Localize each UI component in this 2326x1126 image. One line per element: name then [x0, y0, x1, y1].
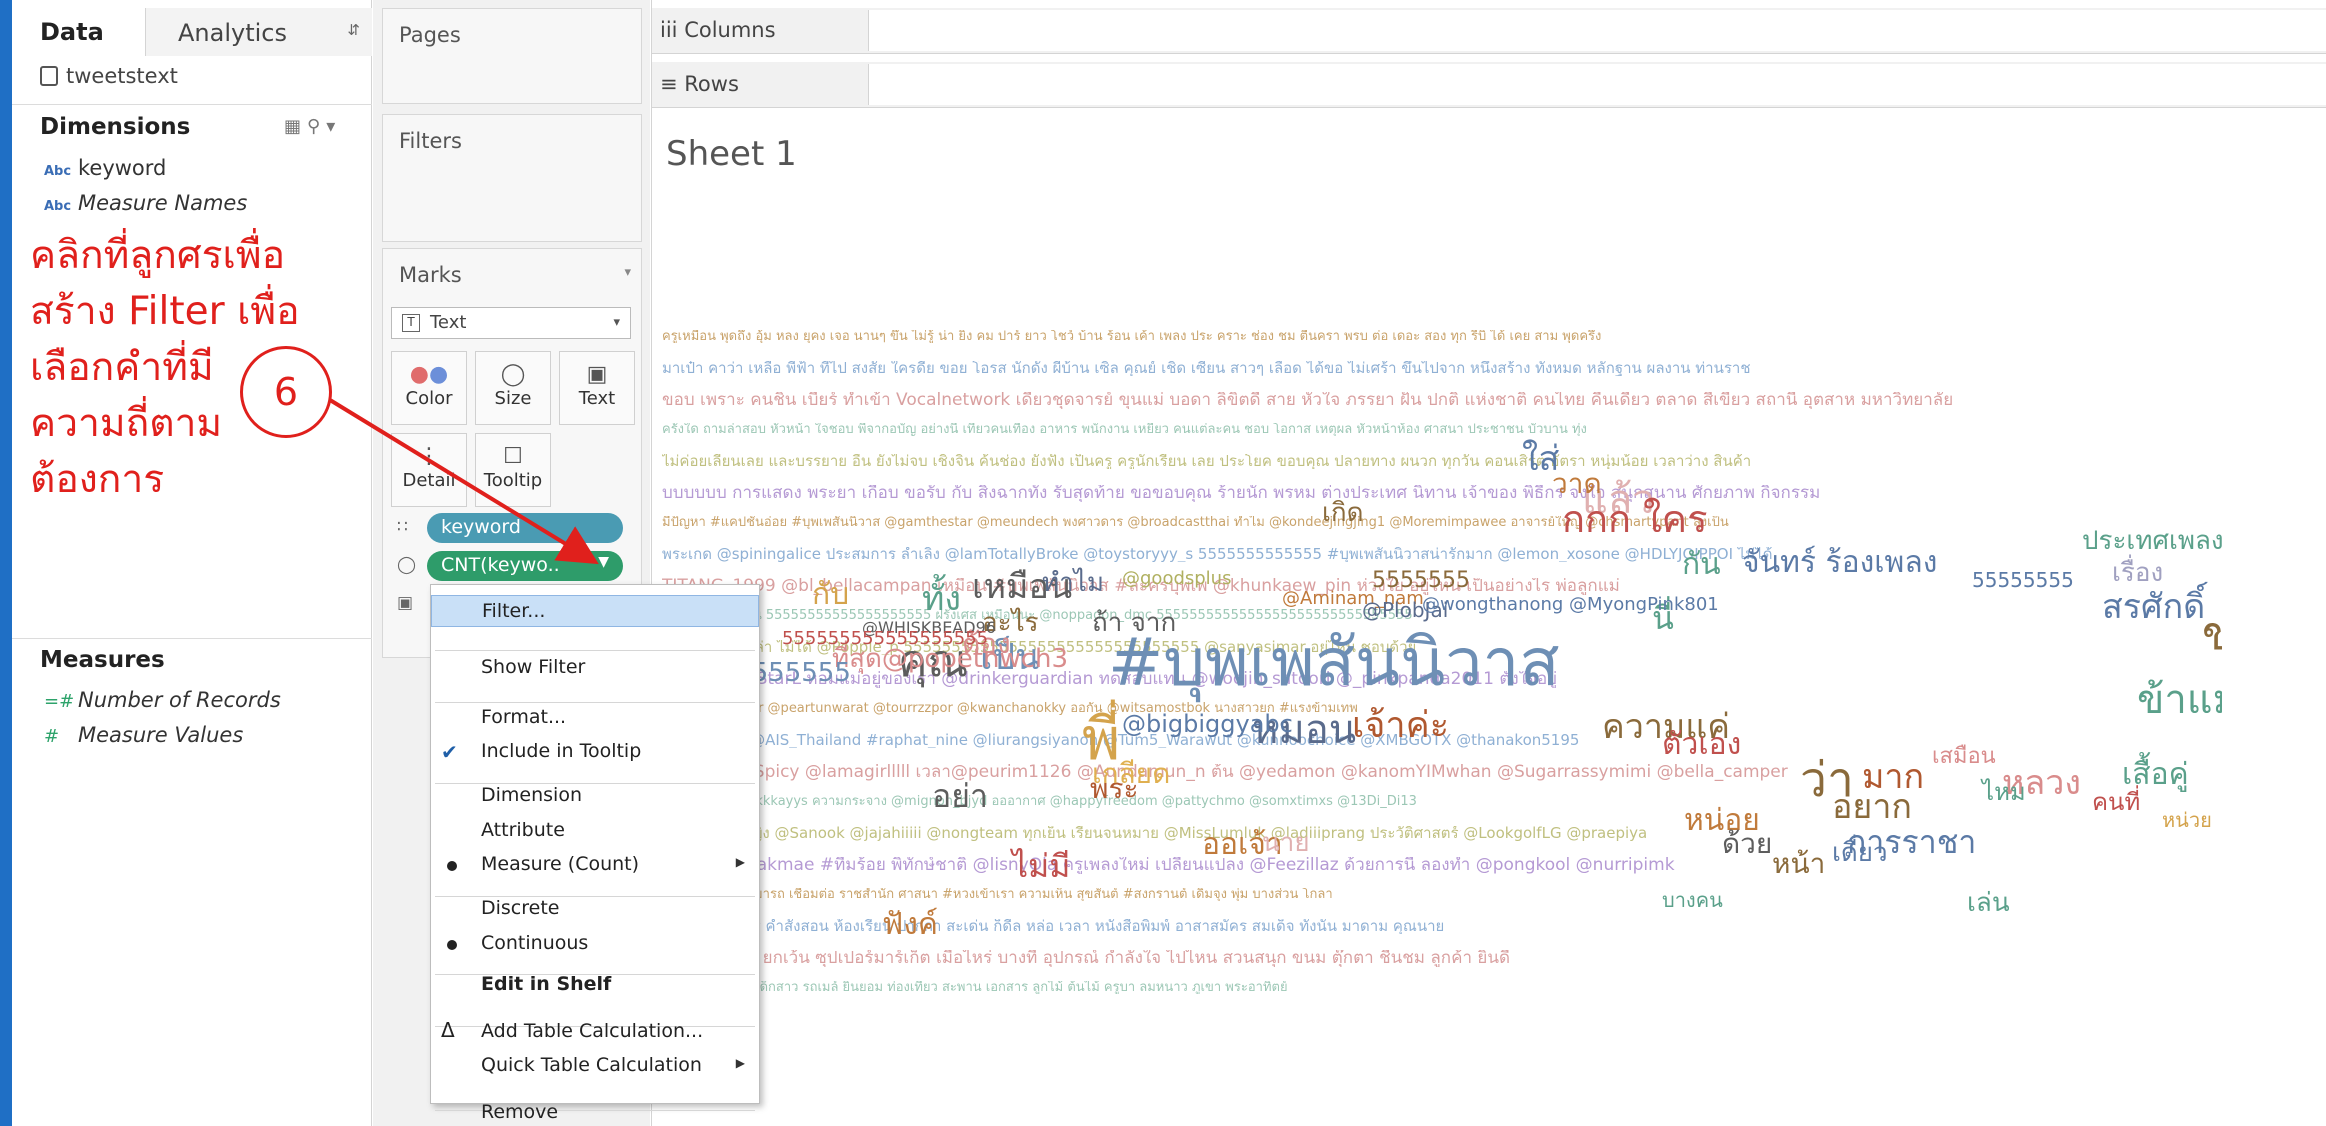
menu-item-label: Format... — [481, 705, 567, 728]
menu-item-quick-table-calculation[interactable]: Quick Table Calculation ▶ — [431, 1050, 759, 1082]
menu-item-label: Attribute — [481, 818, 565, 841]
menu-item-label: Add Table Calculation... — [481, 1019, 704, 1042]
submenu-arrow-icon: ▶ — [735, 855, 745, 870]
delta-icon: Δ — [441, 1017, 455, 1042]
menu-item-discrete[interactable]: Discrete — [431, 893, 759, 925]
menu-item-label: Continuous — [481, 931, 589, 954]
menu-item-include-in-tooltip[interactable]: ✔ Include in Tooltip — [431, 736, 759, 768]
menu-item-add-table-calculation[interactable]: Δ Add Table Calculation... — [431, 1016, 759, 1048]
menu-item-label: Remove — [481, 1101, 559, 1124]
checkmark-icon: ✔ — [441, 740, 458, 765]
menu-item-format[interactable]: Format... — [431, 702, 759, 734]
menu-item-show-filter[interactable]: Show Filter — [431, 652, 759, 684]
menu-item-edit-in-shelf[interactable]: Edit in Shelf — [431, 969, 759, 1001]
menu-item-label: Filter... — [482, 600, 546, 622]
menu-item-measure-count[interactable]: Measure (Count) ▶ — [431, 849, 759, 881]
menu-item-label: Discrete — [481, 897, 560, 920]
menu-item-label: Edit in Shelf — [481, 972, 612, 995]
menu-item-dimension[interactable]: Dimension — [431, 780, 759, 812]
menu-item-remove[interactable]: Remove — [431, 1097, 759, 1126]
submenu-arrow-icon: ▶ — [735, 1056, 745, 1071]
menu-item-label: Show Filter — [481, 655, 586, 678]
menu-item-attribute[interactable]: Attribute — [431, 815, 759, 847]
step-number-badge: 6 — [240, 346, 332, 438]
menu-item-label: Include in Tooltip — [481, 740, 642, 763]
radio-dot-icon — [447, 939, 457, 950]
context-menu: Filter... Show Filter Format... ✔ Include in… — [430, 584, 760, 1123]
menu-item-label: Quick Table Calculation — [481, 1054, 702, 1077]
radio-dot-icon — [447, 861, 457, 872]
menu-item-label: Dimension — [481, 784, 582, 807]
menu-item-filter[interactable]: Filter... — [431, 595, 759, 627]
annotation-arrow — [328, 398, 599, 565]
menu-item-label: Measure (Count) — [481, 853, 640, 876]
menu-item-continuous[interactable]: Continuous — [431, 928, 759, 960]
